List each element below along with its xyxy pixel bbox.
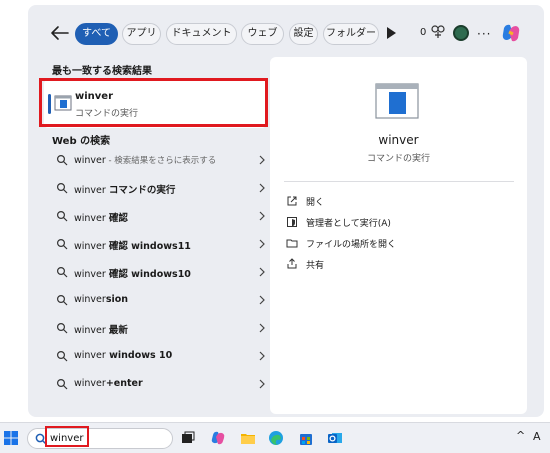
web-result-text: winver 確認 windows11: [74, 238, 191, 252]
suggestion-bold-text: 確認 windows10: [108, 269, 191, 280]
suggestion-bold-text: sion: [105, 294, 129, 305]
folder-icon: [286, 239, 298, 248]
web-result-item[interactable]: winver 確認 windows10: [46, 262, 268, 282]
chevron-right-icon[interactable]: [258, 379, 266, 389]
open-external-icon: [287, 196, 297, 206]
start-icon[interactable]: [4, 431, 18, 445]
back-arrow-icon[interactable]: [48, 23, 72, 43]
action-label: 開く: [306, 198, 325, 208]
rewards-icon[interactable]: [430, 24, 446, 40]
chevron-right-icon[interactable]: [258, 295, 266, 305]
ellipsis-icon[interactable]: ···: [477, 27, 491, 41]
chevron-right-icon[interactable]: [258, 351, 266, 361]
store-icon[interactable]: [298, 430, 314, 446]
web-result-text: winver+enter: [74, 378, 143, 389]
search-icon: [56, 210, 68, 222]
suggestion-bold-text: 確認: [108, 213, 128, 224]
tab-documents[interactable]: ドキュメント: [166, 23, 237, 45]
suggestion-bold-text: 最新: [108, 325, 128, 336]
search-icon: [56, 266, 68, 278]
query-text: winver: [74, 241, 109, 252]
tab-apps[interactable]: アプリ: [122, 23, 161, 45]
window-app-icon: [375, 83, 419, 119]
web-result-item[interactable]: winver windows 10: [46, 346, 268, 366]
tab-settings[interactable]: 設定: [289, 23, 318, 45]
annotation-highlight-best-match: [39, 78, 268, 127]
chevron-right-icon[interactable]: [258, 323, 266, 333]
tab-folders[interactable]: フォルダー: [323, 23, 379, 45]
shield-admin-icon: [287, 217, 297, 227]
annotation-highlight-search: [45, 426, 89, 447]
action-label: 共有: [306, 261, 325, 271]
suggestion-note: - 検索結果をさらに表示する: [105, 156, 217, 166]
action-open-file-location[interactable]: ファイルの場所を開く: [286, 235, 486, 251]
outlook-icon[interactable]: [327, 430, 343, 446]
chevron-right-icon[interactable]: [258, 183, 266, 193]
web-result-text: winver - 検索結果をさらに表示する: [74, 154, 216, 166]
best-match-heading: 最も一致する検索結果: [52, 66, 152, 77]
web-result-item[interactable]: winver - 検索結果をさらに表示する: [46, 150, 268, 170]
preview-app-name: winver: [378, 133, 419, 147]
search-icon: [56, 378, 68, 390]
query-text: winver: [74, 185, 109, 196]
web-search-heading: Web の検索: [52, 136, 111, 147]
search-panel: すべて アプリ ドキュメント ウェブ 設定 フォルダー 0 ··· 最も一致する…: [28, 5, 544, 417]
web-result-text: winver コマンドの実行: [74, 182, 175, 196]
filter-bar: すべて アプリ ドキュメント ウェブ 設定 フォルダー 0 ···: [28, 5, 544, 55]
action-label: ファイルの場所を開く: [306, 240, 397, 250]
query-text: winver: [74, 294, 106, 305]
preview-pane: winver コマンドの実行 開く 管理者として実行(A) ファイルの場所を開く: [270, 57, 527, 414]
query-text: winver: [74, 155, 106, 166]
action-label: 管理者として実行(A): [306, 219, 391, 229]
web-result-text: winver 確認: [74, 210, 128, 224]
chevron-right-icon[interactable]: [258, 239, 266, 249]
web-result-item[interactable]: winversion: [46, 290, 268, 310]
tray-overflow-chevron[interactable]: ^: [516, 429, 525, 442]
web-result-text: winver 最新: [74, 322, 128, 336]
search-icon: [56, 350, 68, 362]
suggestion-bold-text: windows 10: [105, 350, 173, 361]
search-icon: [56, 322, 68, 334]
edge-icon[interactable]: [268, 430, 284, 446]
divider: [284, 181, 514, 182]
query-text: winver: [74, 378, 106, 389]
suggestion-bold-text: 確認 windows11: [108, 241, 191, 252]
user-avatar[interactable]: [453, 25, 469, 41]
web-result-item[interactable]: winver 最新: [46, 318, 268, 338]
rewards-count: 0: [420, 27, 427, 38]
action-run-as-admin[interactable]: 管理者として実行(A): [286, 214, 486, 230]
copilot-icon[interactable]: [210, 430, 226, 446]
web-result-item[interactable]: winver 確認: [46, 206, 268, 226]
web-result-text: winver 確認 windows10: [74, 266, 191, 280]
chevron-right-icon[interactable]: [258, 211, 266, 221]
search-icon: [56, 238, 68, 250]
input-language-indicator[interactable]: A: [533, 430, 541, 443]
web-result-text: winver windows 10: [74, 350, 172, 361]
search-icon: [56, 182, 68, 194]
web-result-item[interactable]: winver+enter: [46, 374, 268, 394]
search-icon: [56, 154, 68, 166]
action-share[interactable]: 共有: [286, 256, 486, 272]
play-icon[interactable]: [385, 26, 397, 40]
query-text: winver: [74, 213, 109, 224]
tab-web[interactable]: ウェブ: [241, 23, 284, 45]
web-result-item[interactable]: winver 確認 windows11: [46, 234, 268, 254]
web-result-item[interactable]: winver コマンドの実行: [46, 178, 268, 198]
search-icon: [56, 294, 68, 306]
query-text: winver: [74, 325, 109, 336]
preview-app-subtitle: コマンドの実行: [366, 154, 430, 164]
suggestion-bold-text: +enter: [105, 378, 143, 389]
file-explorer-icon[interactable]: [240, 430, 256, 446]
query-text: winver: [74, 269, 109, 280]
task-view-icon[interactable]: [180, 430, 196, 446]
suggestion-bold-text: コマンドの実行: [108, 185, 176, 196]
query-text: winver: [74, 350, 106, 361]
tab-all[interactable]: すべて: [75, 23, 118, 45]
chevron-right-icon[interactable]: [258, 155, 266, 165]
action-open[interactable]: 開く: [286, 193, 486, 209]
share-icon: [287, 258, 297, 269]
web-result-text: winversion: [74, 294, 128, 305]
copilot-icon[interactable]: [500, 22, 522, 44]
chevron-right-icon[interactable]: [258, 267, 266, 277]
